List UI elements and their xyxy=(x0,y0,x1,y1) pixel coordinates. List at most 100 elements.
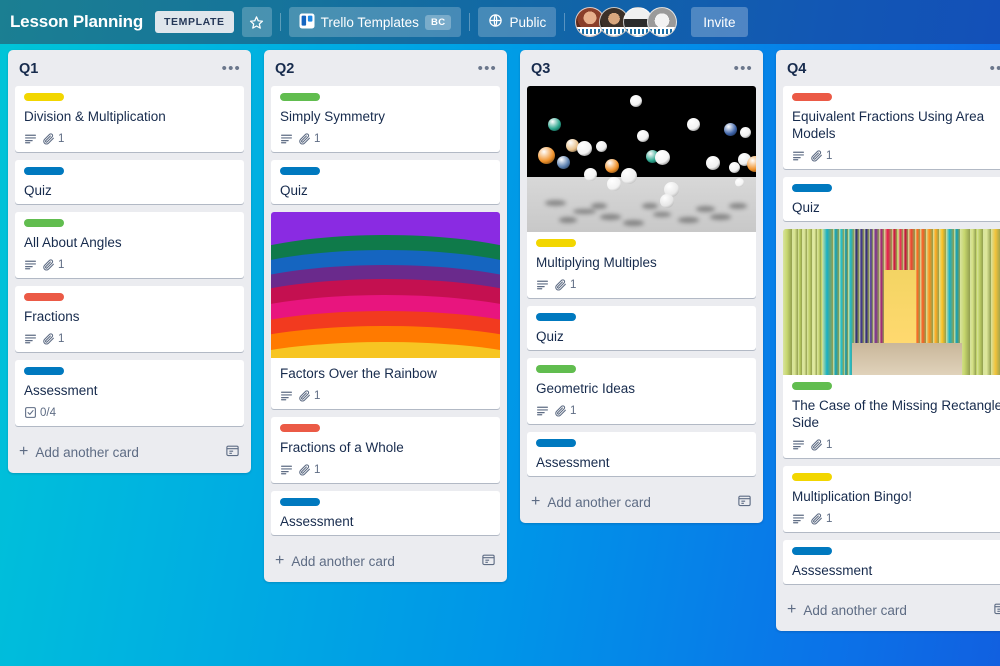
card-label-yellow[interactable] xyxy=(536,239,576,247)
card[interactable]: Asssessment xyxy=(783,540,1000,584)
ball xyxy=(728,161,740,173)
card-label-red[interactable] xyxy=(24,293,64,301)
card[interactable]: Division & Multiplication 1 xyxy=(15,86,244,152)
card[interactable]: All About Angles 1 xyxy=(15,212,244,278)
card[interactable]: Assessment 0/4 xyxy=(15,360,244,426)
add-card-label: Add another card xyxy=(803,602,907,618)
plus-icon: + xyxy=(787,601,797,618)
card[interactable]: Simply Symmetry 1 xyxy=(271,86,500,152)
template-card-icon[interactable] xyxy=(481,552,496,570)
card[interactable]: Factors Over the Rainbow 1 xyxy=(271,212,500,409)
description-badge xyxy=(536,404,549,417)
ellipsis-icon[interactable]: ••• xyxy=(990,61,1000,76)
card[interactable]: Quiz xyxy=(15,160,244,204)
card-body: Factors Over the Rainbow 1 xyxy=(271,358,500,409)
card-body: Assessment xyxy=(527,432,756,476)
ball-shadow xyxy=(591,202,608,209)
card-body: The Case of the Missing Rectangle Side 1 xyxy=(783,375,1000,458)
card-title: Equivalent Fractions Using Area Models xyxy=(792,109,985,141)
list-title[interactable]: Q4 xyxy=(787,61,806,77)
card[interactable]: Multiplying Multiples 1 xyxy=(527,86,756,298)
description-icon xyxy=(792,149,805,162)
card-cover-rainbow-corridor xyxy=(783,229,1000,375)
star-icon[interactable] xyxy=(241,7,272,37)
card-badges: 1 xyxy=(280,463,491,476)
card-badges: 1 xyxy=(24,332,235,345)
card[interactable]: Quiz xyxy=(271,160,500,204)
add-another-card-button[interactable]: + Add another card xyxy=(776,592,1000,629)
template-card-icon[interactable] xyxy=(993,601,1000,619)
card-label-blue[interactable] xyxy=(280,498,320,506)
card-title: Factors Over the Rainbow xyxy=(280,366,437,381)
card-title: Division & Multiplication xyxy=(24,109,166,124)
card[interactable]: Assessment xyxy=(527,432,756,476)
card-label-green[interactable] xyxy=(536,365,576,373)
card[interactable]: Assessment xyxy=(271,491,500,535)
card-label-blue[interactable] xyxy=(280,167,320,175)
template-card-icon[interactable] xyxy=(225,443,240,461)
description-icon xyxy=(792,512,805,525)
ball xyxy=(584,167,598,181)
visibility-button[interactable]: Public xyxy=(478,7,557,37)
card[interactable]: Fractions of a Whole 1 xyxy=(271,417,500,483)
card-label-blue[interactable] xyxy=(24,367,64,375)
ellipsis-icon[interactable]: ••• xyxy=(734,61,753,76)
card-label-blue[interactable] xyxy=(536,313,576,321)
card-body: Quiz xyxy=(783,177,1000,221)
card-label-blue[interactable] xyxy=(792,547,832,555)
avatar[interactable] xyxy=(647,7,678,37)
card-badges: 0/4 xyxy=(24,406,235,419)
attachment-count: 1 xyxy=(826,438,833,451)
card-body: Assessment 0/4 xyxy=(15,360,244,426)
card[interactable]: Geometric Ideas 1 xyxy=(527,358,756,424)
card-title: Quiz xyxy=(24,183,52,198)
card-body: Quiz xyxy=(527,306,756,350)
card-label-yellow[interactable] xyxy=(24,93,64,101)
ball-shadow xyxy=(641,202,658,209)
add-another-card-button[interactable]: + Add another card xyxy=(264,543,507,580)
card-label-green[interactable] xyxy=(280,93,320,101)
attachment-badge: 1 xyxy=(810,149,832,162)
card-label-blue[interactable] xyxy=(792,184,832,192)
attachment-icon xyxy=(298,132,311,145)
card-label-green[interactable] xyxy=(24,219,64,227)
attachment-badge: 1 xyxy=(42,258,64,271)
card[interactable]: Quiz xyxy=(527,306,756,350)
workspace-button[interactable]: Trello Templates BC xyxy=(288,7,462,37)
ellipsis-icon[interactable]: ••• xyxy=(222,61,241,76)
card-label-red[interactable] xyxy=(280,424,320,432)
card-label-blue[interactable] xyxy=(536,439,576,447)
card-body: Division & Multiplication 1 xyxy=(15,86,244,152)
list-title[interactable]: Q1 xyxy=(19,61,38,77)
card-label-yellow[interactable] xyxy=(792,473,832,481)
template-card-icon[interactable] xyxy=(737,493,752,511)
card[interactable]: Quiz xyxy=(783,177,1000,221)
corridor-floor xyxy=(851,342,962,375)
corridor-far-wall xyxy=(883,269,916,343)
card[interactable]: The Case of the Missing Rectangle Side 1 xyxy=(783,229,1000,458)
card-title: Quiz xyxy=(536,329,564,344)
list-title[interactable]: Q3 xyxy=(531,61,550,77)
description-icon xyxy=(536,278,549,291)
card-list: Simply Symmetry 1 Quiz Factors Over the Rai… xyxy=(264,86,507,543)
card-label-green[interactable] xyxy=(792,382,832,390)
card[interactable]: Fractions 1 xyxy=(15,286,244,352)
plus-icon: + xyxy=(275,552,285,569)
add-another-card-button[interactable]: + Add another card xyxy=(8,434,251,471)
list-title[interactable]: Q2 xyxy=(275,61,294,77)
card-label-blue[interactable] xyxy=(24,167,64,175)
card[interactable]: Multiplication Bingo! 1 xyxy=(783,466,1000,532)
add-card-left: + Add another card xyxy=(531,494,651,510)
invite-button[interactable]: Invite xyxy=(691,7,748,37)
card-body: Simply Symmetry 1 xyxy=(271,86,500,152)
ellipsis-icon[interactable]: ••• xyxy=(478,61,497,76)
checklist-count: 0/4 xyxy=(40,406,56,419)
add-another-card-button[interactable]: + Add another card xyxy=(520,484,763,521)
description-icon xyxy=(280,463,293,476)
description-icon xyxy=(24,132,37,145)
attachment-badge: 1 xyxy=(810,512,832,525)
add-card-left: + Add another card xyxy=(19,444,139,460)
ball xyxy=(630,94,643,107)
card-label-red[interactable] xyxy=(792,93,832,101)
card[interactable]: Equivalent Fractions Using Area Models 1 xyxy=(783,86,1000,169)
